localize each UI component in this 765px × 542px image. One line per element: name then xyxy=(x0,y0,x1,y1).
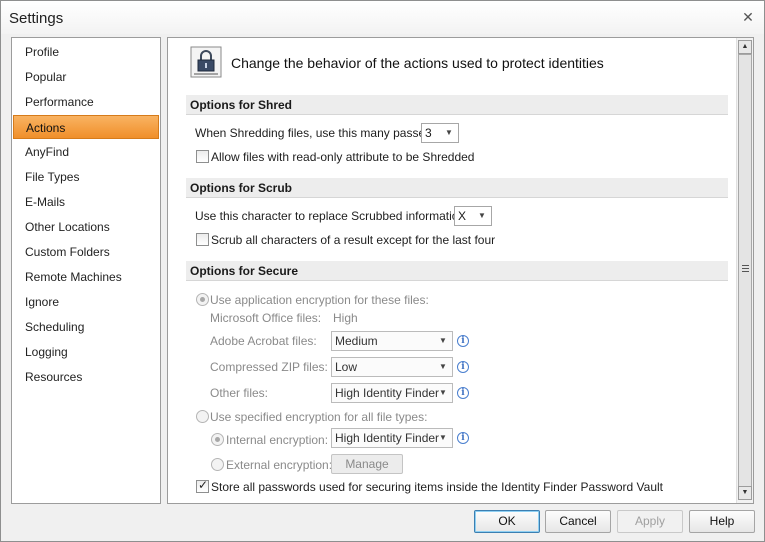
cancel-button[interactable]: Cancel xyxy=(545,510,611,533)
sidebar-item-custom-folders[interactable]: Custom Folders xyxy=(13,240,159,264)
actions-panel: Change the behavior of the actions used … xyxy=(167,37,754,504)
chevron-down-icon: ▼ xyxy=(445,128,453,137)
scrub-all-label: Scrub all characters of a result except … xyxy=(211,233,496,247)
scroll-down-icon[interactable]: ▼ xyxy=(738,486,752,500)
internal-encryption-value: High Identity Finder xyxy=(335,431,440,445)
sidebar-item-popular[interactable]: Popular xyxy=(13,65,159,89)
settings-window: Settings ✕ Profile Popular Performance Acti… xyxy=(0,0,765,542)
sidebar-item-ignore[interactable]: Ignore xyxy=(13,290,159,314)
office-files-value: High xyxy=(333,311,358,325)
chevron-down-icon: ▼ xyxy=(439,433,447,442)
zip-files-value: Low xyxy=(335,360,358,374)
other-files-label: Other files: xyxy=(210,386,269,400)
vertical-scrollbar[interactable]: ▲ ▼ xyxy=(736,38,753,503)
sidebar-item-scheduling[interactable]: Scheduling xyxy=(13,315,159,339)
sidebar-item-other-locations[interactable]: Other Locations xyxy=(13,215,159,239)
specified-encryption-radio[interactable] xyxy=(196,410,209,423)
internal-encryption-dropdown[interactable]: High Identity Finder ▼ xyxy=(331,428,453,448)
external-encryption-radio[interactable] xyxy=(211,458,224,471)
scroll-thumb[interactable] xyxy=(738,54,752,487)
info-icon[interactable]: i xyxy=(457,335,469,347)
acrobat-files-label: Adobe Acrobat files: xyxy=(210,334,317,348)
sidebar-item-remote-machines[interactable]: Remote Machines xyxy=(13,265,159,289)
chevron-down-icon: ▼ xyxy=(439,336,447,345)
manage-button[interactable]: Manage xyxy=(331,454,403,474)
zip-files-label: Compressed ZIP files: xyxy=(210,360,328,374)
info-icon[interactable]: i xyxy=(457,432,469,444)
shred-passes-value: 3 xyxy=(425,126,432,140)
sidebar-item-resources[interactable]: Resources xyxy=(13,365,159,389)
close-icon[interactable]: ✕ xyxy=(740,9,756,25)
external-encryption-label: External encryption: xyxy=(226,458,333,472)
sidebar-item-actions[interactable]: Actions xyxy=(13,115,159,139)
readonly-shred-label: Allow files with read-only attribute to … xyxy=(211,150,475,164)
store-passwords-label: Store all passwords used for securing it… xyxy=(211,480,663,494)
panel-description: Change the behavior of the actions used … xyxy=(231,55,604,71)
app-encryption-label: Use application encryption for these fil… xyxy=(210,293,429,307)
sidebar-item-e-mails[interactable]: E-Mails xyxy=(13,190,159,214)
chevron-down-icon: ▼ xyxy=(478,211,486,220)
settings-sidebar: Profile Popular Performance Actions AnyFind F… xyxy=(11,37,161,504)
scrub-section-header: Options for Scrub xyxy=(186,178,728,198)
shred-passes-label: When Shredding files, use this many pass… xyxy=(195,126,435,140)
sidebar-item-file-types[interactable]: File Types xyxy=(13,165,159,189)
apply-button[interactable]: Apply xyxy=(617,510,683,533)
scrub-char-label: Use this character to replace Scrubbed i… xyxy=(195,209,469,223)
scroll-up-icon[interactable]: ▲ xyxy=(738,40,752,54)
acrobat-files-value: Medium xyxy=(335,334,378,348)
ok-button[interactable]: OK xyxy=(474,510,540,533)
scrub-char-dropdown[interactable]: X ▼ xyxy=(454,206,492,226)
shred-section-header: Options for Shred xyxy=(186,95,728,115)
sidebar-item-anyfind[interactable]: AnyFind xyxy=(13,140,159,164)
window-title: Settings xyxy=(9,10,64,27)
info-icon[interactable]: i xyxy=(457,387,469,399)
acrobat-files-dropdown[interactable]: Medium ▼ xyxy=(331,331,453,351)
chevron-down-icon: ▼ xyxy=(439,362,447,371)
chevron-down-icon: ▼ xyxy=(439,388,447,397)
zip-files-dropdown[interactable]: Low ▼ xyxy=(331,357,453,377)
sidebar-item-profile[interactable]: Profile xyxy=(13,40,159,64)
other-files-dropdown[interactable]: High Identity Finder ▼ xyxy=(331,383,453,403)
lock-icon xyxy=(190,46,222,78)
secure-section-header: Options for Secure xyxy=(186,261,728,281)
internal-encryption-radio[interactable] xyxy=(211,433,224,446)
scrub-char-value: X xyxy=(458,209,467,223)
info-icon[interactable]: i xyxy=(457,361,469,373)
other-files-value: High Identity Finder xyxy=(335,386,440,400)
store-passwords-checkbox[interactable] xyxy=(196,478,209,493)
readonly-shred-checkbox[interactable] xyxy=(196,150,209,163)
office-files-label: Microsoft Office files: xyxy=(210,311,322,325)
internal-encryption-label: Internal encryption: xyxy=(226,433,329,447)
app-encryption-radio[interactable] xyxy=(196,293,209,306)
scrub-all-checkbox[interactable] xyxy=(196,233,209,246)
grip-icon xyxy=(742,265,749,272)
help-button[interactable]: Help xyxy=(689,510,755,533)
sidebar-item-performance[interactable]: Performance xyxy=(13,90,159,114)
sidebar-item-logging[interactable]: Logging xyxy=(13,340,159,364)
title-bar: Settings ✕ xyxy=(1,1,764,34)
specified-encryption-label: Use specified encryption for all file ty… xyxy=(210,410,428,424)
shred-passes-dropdown[interactable]: 3 ▼ xyxy=(421,123,459,143)
